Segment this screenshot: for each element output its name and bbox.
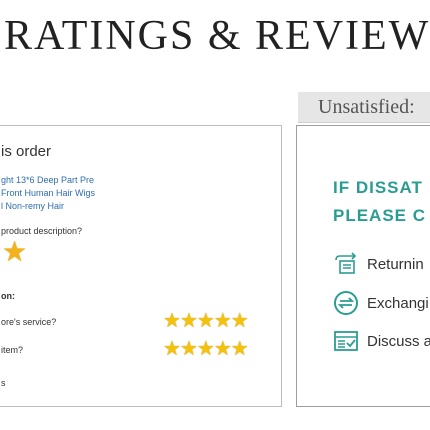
discuss-document-icon (333, 329, 359, 353)
star-icon[interactable]: ★ (231, 338, 249, 360)
discuss-label: Discuss a (367, 332, 430, 350)
question-item: item? (1, 345, 24, 355)
star-icon[interactable]: ★ (214, 310, 232, 332)
exchange-label: Exchangi (367, 294, 429, 312)
unsatisfied-banner: Unsatisfied: (298, 92, 430, 123)
star-icon[interactable]: ★ (180, 310, 198, 332)
support-panel: IF DISSAT PLEASE C Returnin Exchangi Dis… (296, 125, 430, 407)
return-package-icon (333, 252, 359, 276)
star-icon[interactable]: ★ (197, 338, 215, 360)
star-icon[interactable]: ★ (214, 338, 232, 360)
star-icon[interactable]: ★ (197, 310, 215, 332)
product-name-line: l Non-remy Hair (1, 201, 65, 211)
service-rating[interactable]: ★ ★ ★ ★ ★ (163, 310, 249, 332)
panel-heading-line2: PLEASE C (333, 206, 427, 225)
description-rating-star[interactable]: ★ (2, 236, 27, 268)
section-label: on: (1, 291, 15, 301)
exchange-icon (333, 290, 359, 316)
exchange-option[interactable]: Exchangi (333, 290, 429, 316)
discuss-option[interactable]: Discuss a (333, 329, 430, 353)
star-icon[interactable]: ★ (180, 338, 198, 360)
page-title: RATINGS & REVIEWS (4, 13, 430, 59)
return-option[interactable]: Returnin (333, 252, 424, 276)
product-name[interactable]: ght 13*6 Deep Part Pre Front Human Hair … (1, 174, 151, 213)
star-icon[interactable]: ★ (163, 310, 181, 332)
item-rating[interactable]: ★ ★ ★ ★ ★ (163, 338, 249, 360)
order-title: is order (1, 143, 52, 160)
return-label: Returnin (367, 255, 424, 273)
product-name-line: ght 13*6 Deep Part Pre (1, 175, 95, 185)
star-icon[interactable]: ★ (231, 310, 249, 332)
question-service: ore's service? (1, 317, 57, 327)
star-icon[interactable]: ★ (163, 338, 181, 360)
question-description: product description? (1, 226, 83, 236)
panel-heading-line1: IF DISSAT (333, 178, 423, 197)
unsatisfied-label: Unsatisfied: (318, 96, 415, 118)
review-card: is order ght 13*6 Deep Part Pre Front Hu… (0, 125, 282, 407)
product-name-line: Front Human Hair Wigs (1, 188, 96, 198)
footer-text: s (1, 378, 6, 388)
